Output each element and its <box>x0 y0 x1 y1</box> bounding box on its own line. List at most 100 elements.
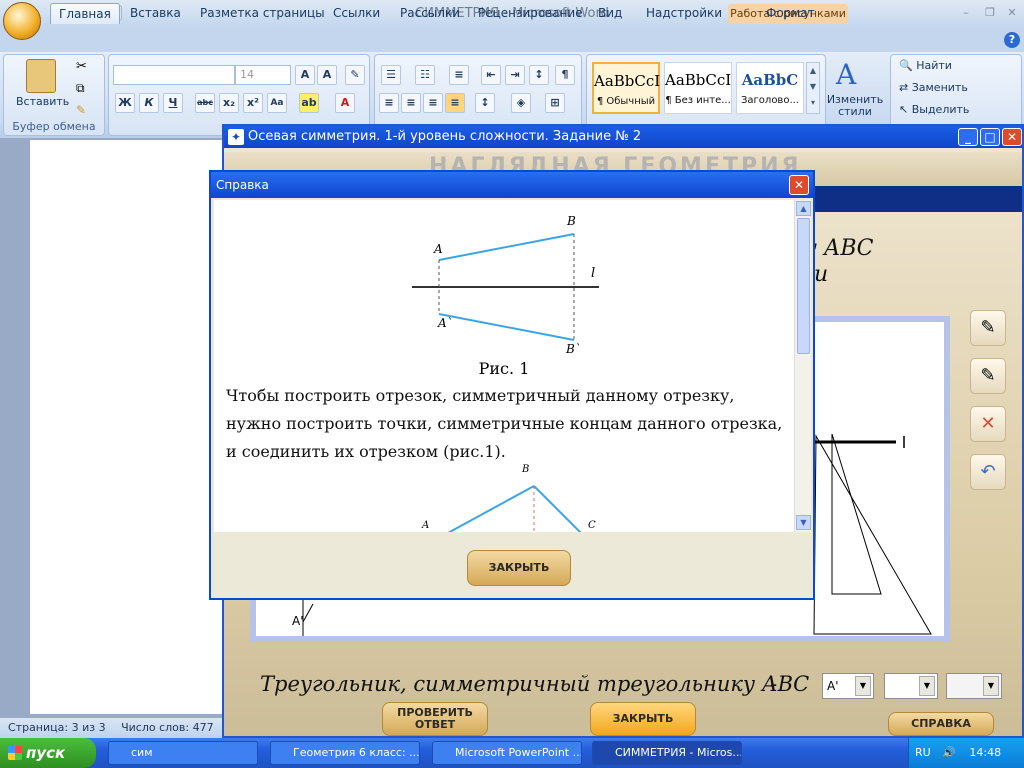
style-heading[interactable]: AaBbC Заголово... <box>736 62 804 114</box>
help-dialog: Справка ✕ A B l A` B` Рис. 1 Чтобы постр… <box>209 170 815 600</box>
shading-icon[interactable]: ◈ <box>511 93 531 113</box>
minimize-icon[interactable]: – <box>956 6 976 20</box>
align-right-icon[interactable]: ≡ <box>423 93 443 113</box>
scroll-down-icon[interactable]: ▼ <box>796 515 811 530</box>
decrease-indent-icon[interactable]: ⇤ <box>481 65 501 85</box>
font-size-combo[interactable]: 14 <box>235 65 291 85</box>
font-color-icon[interactable]: A <box>335 93 355 113</box>
dialog-close-button[interactable]: ЗАКРЫТЬ <box>467 550 571 586</box>
segment-bc-2 <box>533 485 582 532</box>
tab-references[interactable]: Ссылки <box>325 3 388 24</box>
bullets-icon[interactable]: ☰ <box>381 65 401 85</box>
multilevel-list-icon[interactable]: ≡ <box>449 65 469 85</box>
numbering-icon[interactable]: ☷ <box>415 65 435 85</box>
task-text-fragment-2: и <box>814 262 829 287</box>
subscript-button[interactable]: x₂ <box>219 93 239 113</box>
paste-icon[interactable] <box>26 59 56 93</box>
taskbar-item-word[interactable]: СИММЕТРИЯ - Micros... <box>592 741 742 765</box>
style-heading-name: Заголово... <box>741 95 799 106</box>
document-page[interactable] <box>30 140 225 714</box>
find-button[interactable]: 🔍 Найти <box>899 59 952 72</box>
chevron-down-icon[interactable]: ▼ <box>855 676 871 696</box>
align-left-icon[interactable]: ≡ <box>379 93 399 113</box>
taskbar-item-powerpoint[interactable]: Microsoft PowerPoint ... <box>432 741 582 765</box>
underline-button[interactable]: Ч <box>163 93 183 113</box>
help-content[interactable]: A B l A` B` Рис. 1 Чтобы построить отрез… <box>214 200 794 532</box>
status-bar: Страница: 3 из 3 Число слов: 477 <box>0 718 230 738</box>
dialog-close-icon[interactable]: ✕ <box>789 175 809 195</box>
tray-icons[interactable]: 🔊 <box>934 746 956 759</box>
tab-view[interactable]: Вид <box>590 3 630 24</box>
tab-insert[interactable]: Вставка <box>122 3 189 24</box>
answer-select-1[interactable]: A' ▼ <box>822 673 874 699</box>
answer-select-2[interactable]: ▼ <box>884 673 938 699</box>
style-normal[interactable]: AaBbCcI ¶ Обычный <box>592 62 660 114</box>
delete-icon[interactable]: ✕ <box>970 406 1006 442</box>
scroll-thumb[interactable] <box>797 218 810 354</box>
tab-addins[interactable]: Надстройки <box>638 3 730 24</box>
italic-button[interactable]: К <box>139 93 159 113</box>
taskbar-item-geometry[interactable]: Геометрия 6 класс: ... <box>270 741 420 765</box>
dialog-scrollbar[interactable]: ▲ ▼ <box>794 200 811 532</box>
find-label: Найти <box>916 59 952 72</box>
tab-home[interactable]: Главная <box>50 3 120 24</box>
select-button[interactable]: ↖ Выделить <box>899 103 969 116</box>
app-close-icon[interactable]: ✕ <box>1002 128 1022 146</box>
highlight-icon[interactable]: ab <box>299 93 319 113</box>
app-title-bar: ✦ Осевая симметрия. 1-й уровень сложност… <box>224 126 1022 148</box>
change-case-button[interactable]: Aa <box>267 93 287 113</box>
windows-logo-icon <box>8 746 22 760</box>
check-answer-button[interactable]: ПРОВЕРИТЬ ОТВЕТ <box>382 702 488 736</box>
help-icon[interactable]: ? <box>1004 32 1020 48</box>
grow-font-button[interactable]: A <box>295 65 315 85</box>
clear-format-button[interactable]: ✎ <box>345 65 365 85</box>
tab-review[interactable]: Рецензирование <box>470 3 591 24</box>
office-button[interactable] <box>3 2 41 40</box>
cut-icon[interactable]: ✂ <box>76 59 87 74</box>
tab-page-layout[interactable]: Разметка страницы <box>192 3 333 24</box>
increase-indent-icon[interactable]: ⇥ <box>505 65 525 85</box>
taskbar-item-folder[interactable]: сим <box>108 741 258 765</box>
line-spacing-icon[interactable]: ↕ <box>475 93 495 113</box>
bold-button[interactable]: Ж <box>115 93 135 113</box>
styles-scroll[interactable]: ▲ ▼ ▾ <box>806 62 820 114</box>
answer-select-3[interactable]: ▼ <box>946 673 1002 699</box>
chevron-down-icon[interactable]: ▼ <box>983 676 999 696</box>
app-close-button[interactable]: ЗАКРЫТЬ <box>590 702 696 736</box>
tab-format[interactable]: Формат <box>758 3 823 24</box>
tab-mailings[interactable]: Рассылки <box>392 3 468 24</box>
replace-button[interactable]: ⇄ Заменить <box>899 81 968 94</box>
label-c-2: C <box>588 520 596 531</box>
justify-icon[interactable]: ≡ <box>445 93 465 113</box>
help-button[interactable]: СПРАВКА <box>888 712 994 736</box>
language-indicator[interactable]: RU <box>909 746 931 759</box>
borders-icon[interactable]: ⊞ <box>545 93 565 113</box>
restore-icon[interactable]: ❐ <box>980 6 1000 20</box>
clock[interactable]: 14:48 <box>959 746 1001 759</box>
status-words[interactable]: Число слов: 477 <box>109 721 214 734</box>
app-maximize-icon[interactable]: □ <box>980 128 1000 146</box>
align-center-icon[interactable]: ≡ <box>401 93 421 113</box>
strikethrough-button[interactable]: abc <box>195 93 215 113</box>
paste-button[interactable]: Вставить <box>16 95 69 108</box>
system-tray: RU 🔊 14:48 <box>908 738 1024 768</box>
close-icon[interactable]: ✕ <box>1002 6 1022 20</box>
pencil-icon[interactable]: ✎ <box>970 310 1006 346</box>
undo-tool-icon[interactable]: ↶ <box>970 454 1006 490</box>
pencil-alt-icon[interactable]: ✎ <box>970 358 1006 394</box>
show-marks-icon[interactable]: ¶ <box>555 65 575 85</box>
chevron-down-icon[interactable]: ▼ <box>919 676 935 696</box>
sort-icon[interactable]: ↕ <box>529 65 549 85</box>
shrink-font-button[interactable]: A <box>317 65 337 85</box>
point-label-a1: A' <box>292 614 304 628</box>
status-page[interactable]: Страница: 3 из 3 <box>0 721 106 734</box>
superscript-button[interactable]: x² <box>243 93 263 113</box>
change-styles-button[interactable]: Изменить стили <box>826 94 884 118</box>
change-styles-icon[interactable]: A <box>836 58 856 91</box>
format-painter-icon[interactable]: ✎ <box>76 103 86 117</box>
scroll-up-icon[interactable]: ▲ <box>796 201 811 216</box>
app-minimize-icon[interactable]: _ <box>958 128 978 146</box>
copy-icon[interactable]: ⧉ <box>76 81 85 96</box>
style-no-spacing[interactable]: AaBbCcI ¶ Без инте... <box>664 62 732 114</box>
font-name-combo[interactable] <box>113 65 235 85</box>
